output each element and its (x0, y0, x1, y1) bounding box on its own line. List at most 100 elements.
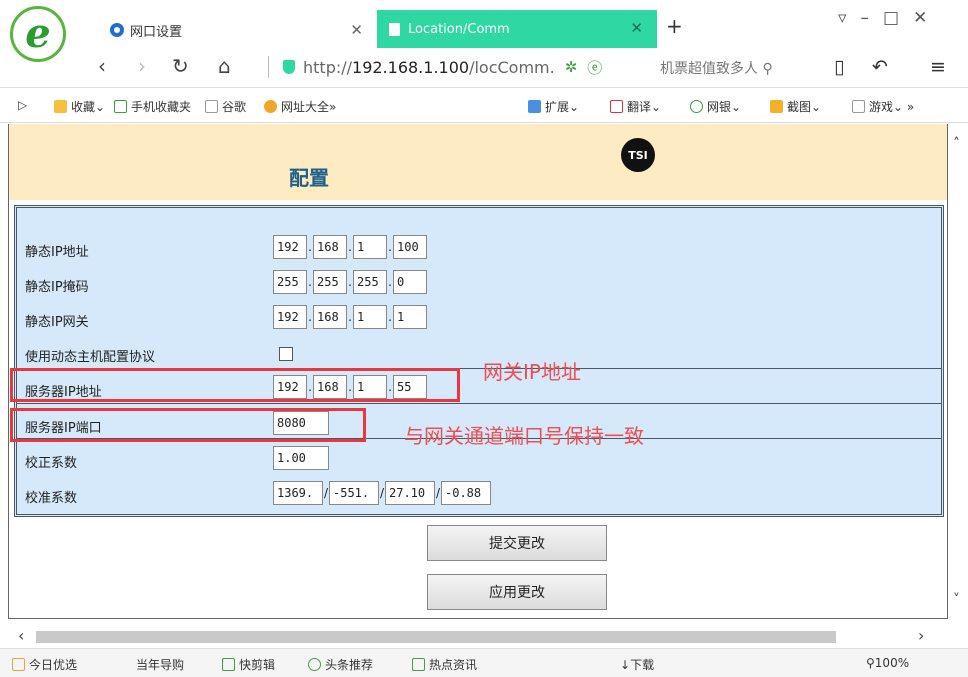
bookmark-label: 游戏 (869, 100, 894, 114)
new-tab-icon[interactable]: + (666, 14, 683, 38)
status-item-news[interactable]: 热点资讯 (412, 656, 477, 673)
menu-icon[interactable]: ≡ (930, 56, 946, 78)
ip-octet-field[interactable]: 168 (313, 305, 347, 329)
horizontal-scrollbar[interactable]: ‹ › (0, 626, 968, 646)
ip-octet-field[interactable]: 168 (313, 235, 347, 259)
scroll-up-icon[interactable]: ˄ (953, 136, 960, 152)
bookmark-sites[interactable]: 网址大全 » (264, 98, 336, 115)
translate-menu[interactable]: 翻译 ⌄ (610, 98, 661, 115)
settings-icon[interactable]: ✲ (565, 58, 578, 76)
dhcp-checkbox[interactable] (279, 347, 293, 361)
url-host: 192.168.1.100 (352, 57, 470, 77)
correction-label: 校正系数 (25, 456, 78, 471)
status-label: 今日优选 (29, 658, 78, 672)
address-bar[interactable]: http:// 192.168.1.100 /locComm. ✲ ⓔ (268, 52, 658, 82)
calibration-field[interactable]: -0.88 (441, 481, 491, 505)
scroll-left-icon[interactable]: ‹ (18, 626, 24, 645)
static-mask-label: 静态IP掩码 (25, 280, 89, 295)
status-label: 当年导购 (136, 658, 185, 672)
bookmark-label: 截图 (787, 100, 812, 114)
undo-icon[interactable]: ↶ (872, 56, 888, 78)
bookmark-label: 翻译 (627, 100, 652, 114)
status-item-today[interactable]: 今日优选 (12, 656, 77, 673)
status-bar: 今日优选 当年导购 快剪辑 头条推荐 热点资讯 ↓ 下载 ⚲ 100% (0, 648, 968, 677)
calibration-field[interactable]: 27.10 (385, 481, 435, 505)
static-gateway-input: 192. 168. 1. 1 (273, 305, 427, 329)
bookmark-label: 网银 (707, 100, 732, 114)
gateway-ip-annotation: 网关IP地址 (483, 360, 581, 384)
apply-changes-button[interactable]: 应用更改 (427, 574, 607, 610)
bookmark-label: 扩展 (545, 100, 570, 114)
search-icon[interactable]: ⚲ (762, 61, 772, 77)
bookmark-favorites[interactable]: 收藏 ⌄ (54, 98, 105, 115)
sidebar-toggle-icon[interactable]: ▷ (18, 98, 27, 112)
calibration-field[interactable]: -551. (329, 481, 379, 505)
search-input[interactable]: 机票超值致多人 ⚲ (660, 58, 820, 82)
security-shield-icon (283, 60, 295, 74)
phone-icon[interactable]: ▯ (834, 56, 844, 78)
star-icon (54, 100, 67, 113)
reload-icon[interactable]: ↻ (172, 54, 189, 78)
correction-group: 1.00 (273, 446, 329, 470)
ip-octet-field[interactable]: 192 (273, 235, 307, 259)
ip-octet-field[interactable]: 255 (313, 270, 347, 294)
status-item-guide[interactable]: 当年导购 (136, 656, 184, 673)
tab-label: 网口设置 (130, 24, 183, 40)
status-label: 热点资讯 (429, 658, 478, 672)
zoom-icon: ⚲ (866, 656, 875, 670)
calibration-label: 校准系数 (25, 491, 78, 506)
scroll-right-icon[interactable]: › (918, 626, 924, 645)
correction-field[interactable]: 1.00 (273, 446, 329, 470)
calibration-field[interactable]: 1369. (273, 481, 323, 505)
close-tab-icon[interactable]: ✕ (350, 21, 363, 39)
ip-octet-field[interactable]: 255 (273, 270, 307, 294)
ip-octet-field[interactable]: 1 (353, 305, 387, 329)
extensions-menu[interactable]: 扩展 ⌄ (528, 98, 579, 115)
tab-network-settings[interactable]: 网口设置 ✕ (100, 12, 375, 48)
bookmark-label: 手机收藏夹 (131, 100, 192, 114)
vertical-scrollbar[interactable]: ˄ ˅ (950, 124, 968, 620)
ip-octet-field[interactable]: 1 (393, 305, 427, 329)
tab-location-comm[interactable]: Location/Comm ✕ (377, 10, 657, 48)
games-menu[interactable]: 游戏 ⌄ » (852, 98, 914, 115)
calibration-input: 1369. / -551./ 27.10/ -0.88 (273, 481, 491, 505)
status-label: 头条推荐 (325, 658, 374, 672)
page-icon (205, 100, 218, 113)
status-item-download[interactable]: ↓ 下载 (620, 656, 654, 673)
bookmark-label: 网址大全 (281, 100, 330, 114)
ip-octet-field[interactable]: 0 (393, 270, 427, 294)
bookmark-google[interactable]: 谷歌 (205, 98, 246, 115)
ip-octet-field[interactable]: 192 (273, 305, 307, 329)
divider (268, 56, 269, 78)
scroll-down-icon[interactable]: ˅ (953, 592, 960, 608)
url-prefix: http:// (303, 57, 353, 77)
divider (17, 403, 941, 404)
ip-octet-field[interactable]: 100 (393, 235, 427, 259)
navigation-bar: ‹ › ↻ ⌂ http:// 192.168.1.100 /locComm. … (0, 48, 968, 88)
zoom-control[interactable]: ⚲ 100% (866, 656, 909, 670)
status-item-clip[interactable]: 快剪辑 (222, 656, 275, 673)
search-text: 机票超值致多人 (660, 61, 758, 77)
ip-octet-field[interactable]: 1 (353, 235, 387, 259)
bookmark-mobile[interactable]: 手机收藏夹 (114, 98, 191, 115)
home-icon[interactable]: ⌂ (218, 54, 231, 78)
close-tab-icon[interactable]: ✕ (630, 19, 643, 37)
forward-icon[interactable]: › (138, 54, 146, 78)
banking-menu[interactable]: 网银 ⌄ (690, 98, 741, 115)
ip-octet-field[interactable]: 255 (353, 270, 387, 294)
browser-logo-icon[interactable]: e (10, 6, 66, 62)
screenshot-menu[interactable]: 截图 ⌄ (770, 98, 821, 115)
scroll-thumb[interactable] (36, 631, 836, 643)
back-icon[interactable]: ‹ (98, 54, 106, 78)
compat-icon[interactable]: ⓔ (587, 57, 602, 78)
page-icon (389, 22, 400, 36)
sites-icon (264, 100, 277, 113)
globe-icon (110, 23, 124, 37)
window-controls[interactable]: ▿–□✕ (838, 8, 941, 28)
zoom-level: 100% (874, 656, 910, 670)
status-label: 快剪辑 (239, 658, 276, 672)
scissors-icon (770, 100, 783, 113)
tab-bar: e 网口设置 ✕ Location/Comm ✕ + ▿–□✕ (0, 0, 968, 62)
submit-changes-button[interactable]: 提交更改 (427, 525, 607, 561)
status-item-headlines[interactable]: 头条推荐 (308, 656, 373, 673)
